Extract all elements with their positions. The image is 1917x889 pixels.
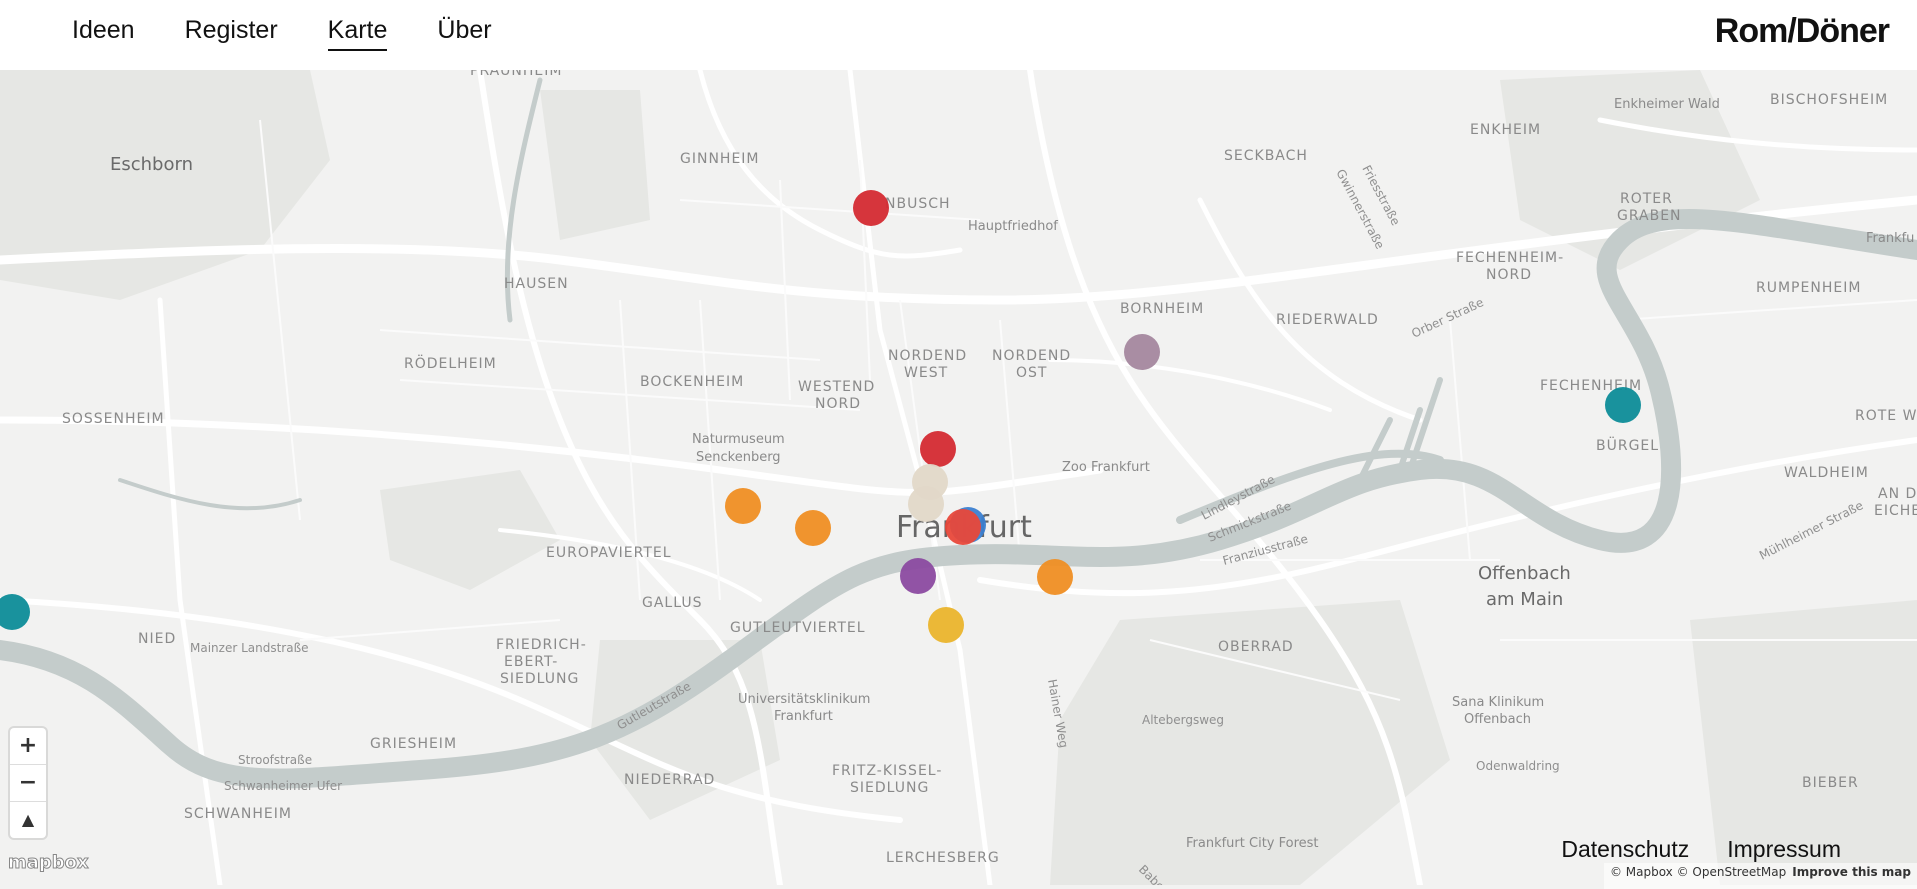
map-svg: Eschborn GINNHEIM NBUSCH Hauptfriedhof S…	[0, 70, 1917, 885]
map-controls: + − ▲	[10, 728, 46, 838]
label-nied: NIED	[138, 631, 176, 647]
label-riederwald: RIEDERWALD	[1276, 312, 1379, 328]
label-roter-graben-1: ROTER	[1620, 191, 1673, 207]
label-schwanheimer-ufer: Schwanheimer Ufer	[224, 779, 342, 793]
label-enkheim: ENKHEIM	[1470, 122, 1541, 138]
label-westend-nord-1: WESTEND	[798, 379, 875, 395]
label-nordend-west-1: NORDEND	[888, 348, 967, 364]
label-friedrich-3: SIEDLUNG	[500, 671, 579, 687]
marker-4[interactable]	[920, 431, 956, 467]
label-stroofstrasse: Stroofstraße	[238, 753, 312, 767]
datenschutz-link[interactable]: Datenschutz	[1561, 836, 1689, 863]
zoom-in-button[interactable]: +	[10, 728, 46, 765]
label-fechenheim-nord-2: NORD	[1486, 267, 1532, 283]
nav-item-ideen[interactable]: Ideen	[72, 16, 135, 51]
label-oberrad: OBERRAD	[1218, 639, 1294, 655]
attribution-text[interactable]: © Mapbox © OpenStreetMap	[1610, 865, 1786, 879]
label-nordend-west-2: WEST	[904, 365, 948, 381]
label-friedrich-2: EBERT-	[504, 654, 558, 670]
label-gutleutviertel: GUTLEUTVIERTEL	[730, 620, 866, 636]
label-sossenheim: SOSSENHEIM	[62, 411, 165, 427]
label-griesheim: GRIESHEIM	[370, 736, 457, 752]
marker-3[interactable]	[1605, 387, 1641, 423]
label-bieber: BIEBER	[1802, 775, 1859, 791]
label-bockenheim: BOCKENHEIM	[640, 374, 744, 390]
improve-map-link[interactable]: Improve this map	[1792, 865, 1911, 879]
label-waldheim: WALDHEIM	[1784, 465, 1869, 481]
marker-1[interactable]	[853, 190, 889, 226]
map-canvas[interactable]: Eschborn GINNHEIM NBUSCH Hauptfriedhof S…	[0, 70, 1917, 885]
nav-item-karte[interactable]: Karte	[327, 16, 388, 51]
label-seckbach: SECKBACH	[1224, 148, 1308, 164]
label-niederrad: NIEDERRAD	[624, 772, 715, 788]
top-navigation-bar: Ideen Register Karte Über Rom/Döner	[0, 0, 1917, 70]
footer-links: Datenschutz Impressum	[1561, 836, 1841, 863]
nav-item-register[interactable]: Register	[185, 16, 278, 51]
label-ginnheim: GINNHEIM	[680, 151, 760, 167]
label-fritz-2: SIEDLUNG	[850, 780, 929, 796]
label-sana-2: Offenbach	[1464, 712, 1531, 727]
label-enkheimer-wald: Enkheimer Wald	[1614, 97, 1720, 112]
label-hausen: HAUSEN	[504, 276, 569, 292]
mapbox-logo[interactable]: mapbox	[8, 852, 90, 874]
label-lerchesberg: LERCHESBERG	[886, 850, 1000, 866]
label-dornbusch: NBUSCH	[885, 196, 951, 212]
label-zoo: Zoo Frankfurt	[1062, 460, 1150, 475]
marker-8[interactable]	[945, 509, 981, 545]
label-naturmuseum-2: Senckenberg	[696, 450, 781, 465]
marker-12[interactable]	[1037, 559, 1073, 595]
label-sana-1: Sana Klinikum	[1452, 695, 1544, 710]
label-uniklinikum-1: Universitätsklinikum	[738, 692, 870, 707]
marker-10[interactable]	[795, 510, 831, 546]
marker-11[interactable]	[900, 558, 936, 594]
label-hauptfriedhof: Hauptfriedhof	[968, 219, 1058, 234]
label-fechenheim-nord-1: FECHENHEIM-	[1456, 250, 1564, 266]
marker-9[interactable]	[725, 488, 761, 524]
label-odenwaldring: Odenwaldring	[1476, 759, 1560, 773]
label-an-der-2: EICHE	[1874, 503, 1917, 519]
label-westend-nord-2: NORD	[815, 396, 861, 412]
map-attribution: © Mapbox © OpenStreetMap Improve this map	[1603, 863, 1917, 889]
label-praunheim: PRAUNHEIM	[470, 70, 562, 79]
compass-button[interactable]: ▲	[10, 802, 46, 838]
label-buergel: BÜRGEL	[1596, 436, 1659, 454]
label-an-der-1: AN DE	[1878, 486, 1917, 502]
zoom-out-button[interactable]: −	[10, 765, 46, 802]
label-roedelheim: RÖDELHEIM	[404, 354, 497, 372]
marker-13[interactable]	[928, 607, 964, 643]
label-eschborn: Eschborn	[110, 154, 193, 175]
label-mainzer-landstrasse: Mainzer Landstraße	[190, 641, 309, 655]
label-nordend-ost-2: OST	[1016, 365, 1047, 381]
label-nordend-ost-1: NORDEND	[992, 348, 1071, 364]
label-offenbach-1: Offenbach	[1478, 563, 1571, 584]
label-uniklinikum-2: Frankfurt	[774, 709, 833, 724]
marker-6[interactable]	[908, 486, 944, 522]
label-city-forest: Frankfurt City Forest	[1186, 836, 1319, 851]
label-roter-graben-2: GRABEN	[1617, 208, 1682, 224]
label-rote-edge: ROTE W	[1855, 408, 1917, 424]
label-europaviertel: EUROPAVIERTEL	[546, 545, 672, 561]
label-bornheim: BORNHEIM	[1120, 301, 1204, 317]
label-altebergsweg: Altebergsweg	[1142, 713, 1224, 727]
label-friedrich-1: FRIEDRICH-	[496, 637, 587, 653]
label-fritz-1: FRITZ-KISSEL-	[832, 763, 942, 779]
main-nav: Ideen Register Karte Über	[72, 16, 492, 51]
label-naturmuseum-1: Naturmuseum	[692, 432, 785, 447]
label-offenbach-2: am Main	[1486, 589, 1563, 610]
label-schwanheim: SCHWANHEIM	[184, 806, 292, 822]
marker-2[interactable]	[1124, 334, 1160, 370]
nav-item-ueber[interactable]: Über	[437, 16, 491, 51]
label-gallus: GALLUS	[642, 595, 702, 611]
label-frankfurt-edge: Frankfu	[1866, 231, 1914, 246]
brand-logo[interactable]: Rom/Döner	[1715, 12, 1890, 51]
impressum-link[interactable]: Impressum	[1727, 836, 1841, 863]
label-rumpenheim: RUMPENHEIM	[1756, 280, 1861, 296]
label-bischofsheim: BISCHOFSHEIM	[1770, 92, 1888, 108]
